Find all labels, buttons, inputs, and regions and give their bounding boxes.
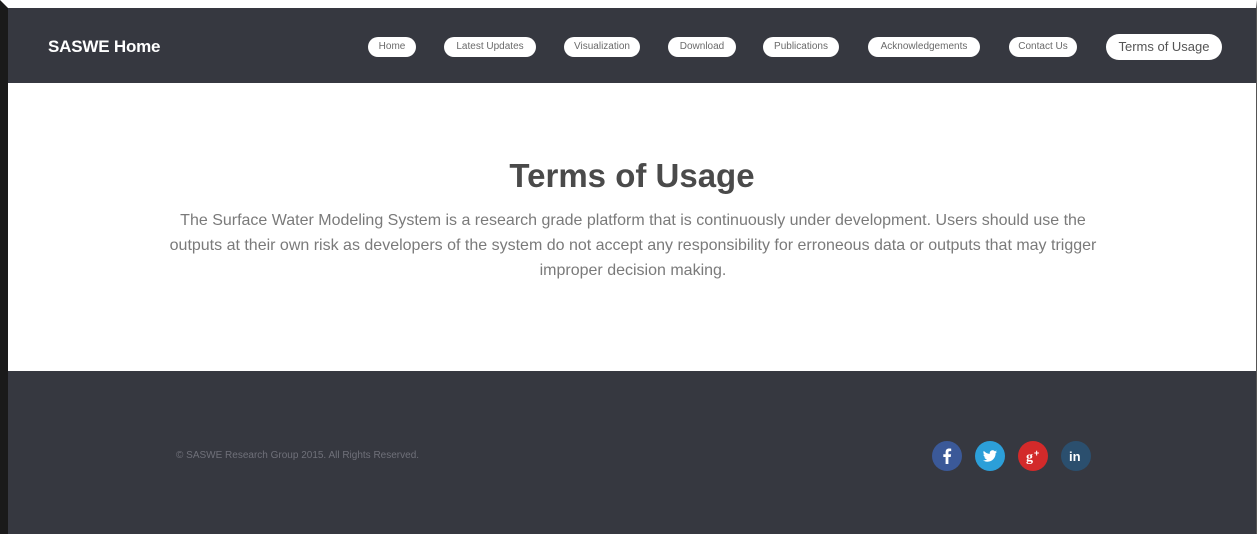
nav-item-visualization[interactable]: Visualization	[564, 37, 640, 57]
linkedin-icon[interactable]: in	[1061, 441, 1091, 471]
terms-text: The Surface Water Modeling System is a r…	[169, 212, 1097, 279]
nav-item-contact-us[interactable]: Contact Us	[1009, 37, 1077, 57]
brand-link[interactable]: SASWE Home	[48, 37, 160, 57]
page-title: Terms of Usage	[509, 157, 755, 194]
copyright-text: © SASWE Research Group 2015. All Rights …	[176, 450, 420, 461]
google-plus-icon[interactable]: g +	[1018, 441, 1048, 471]
navbar: SASWE Home Home Latest Updates Visualiza…	[8, 8, 1256, 83]
nav-item-home[interactable]: Home	[368, 37, 416, 57]
nav-item-download[interactable]: Download	[668, 37, 736, 57]
twitter-icon[interactable]	[975, 441, 1005, 471]
facebook-icon[interactable]	[932, 441, 962, 471]
nav-item-latest-updates[interactable]: Latest Updates	[444, 37, 536, 57]
nav-item-publications[interactable]: Publications	[763, 37, 839, 57]
page-frame: SASWE Home Home Latest Updates Visualiza…	[0, 0, 1257, 534]
svg-text:g: g	[1026, 450, 1033, 465]
nav-item-acknowledgements[interactable]: Acknowledgements	[868, 37, 980, 57]
footer: © SASWE Research Group 2015. All Rights …	[8, 371, 1256, 534]
svg-text:+: +	[1034, 448, 1039, 458]
svg-text:in: in	[1069, 449, 1081, 464]
nav-item-terms-of-usage[interactable]: Terms of Usage	[1106, 34, 1222, 60]
main-content: Terms of Usage The Surface Water Modelin…	[8, 83, 1256, 371]
